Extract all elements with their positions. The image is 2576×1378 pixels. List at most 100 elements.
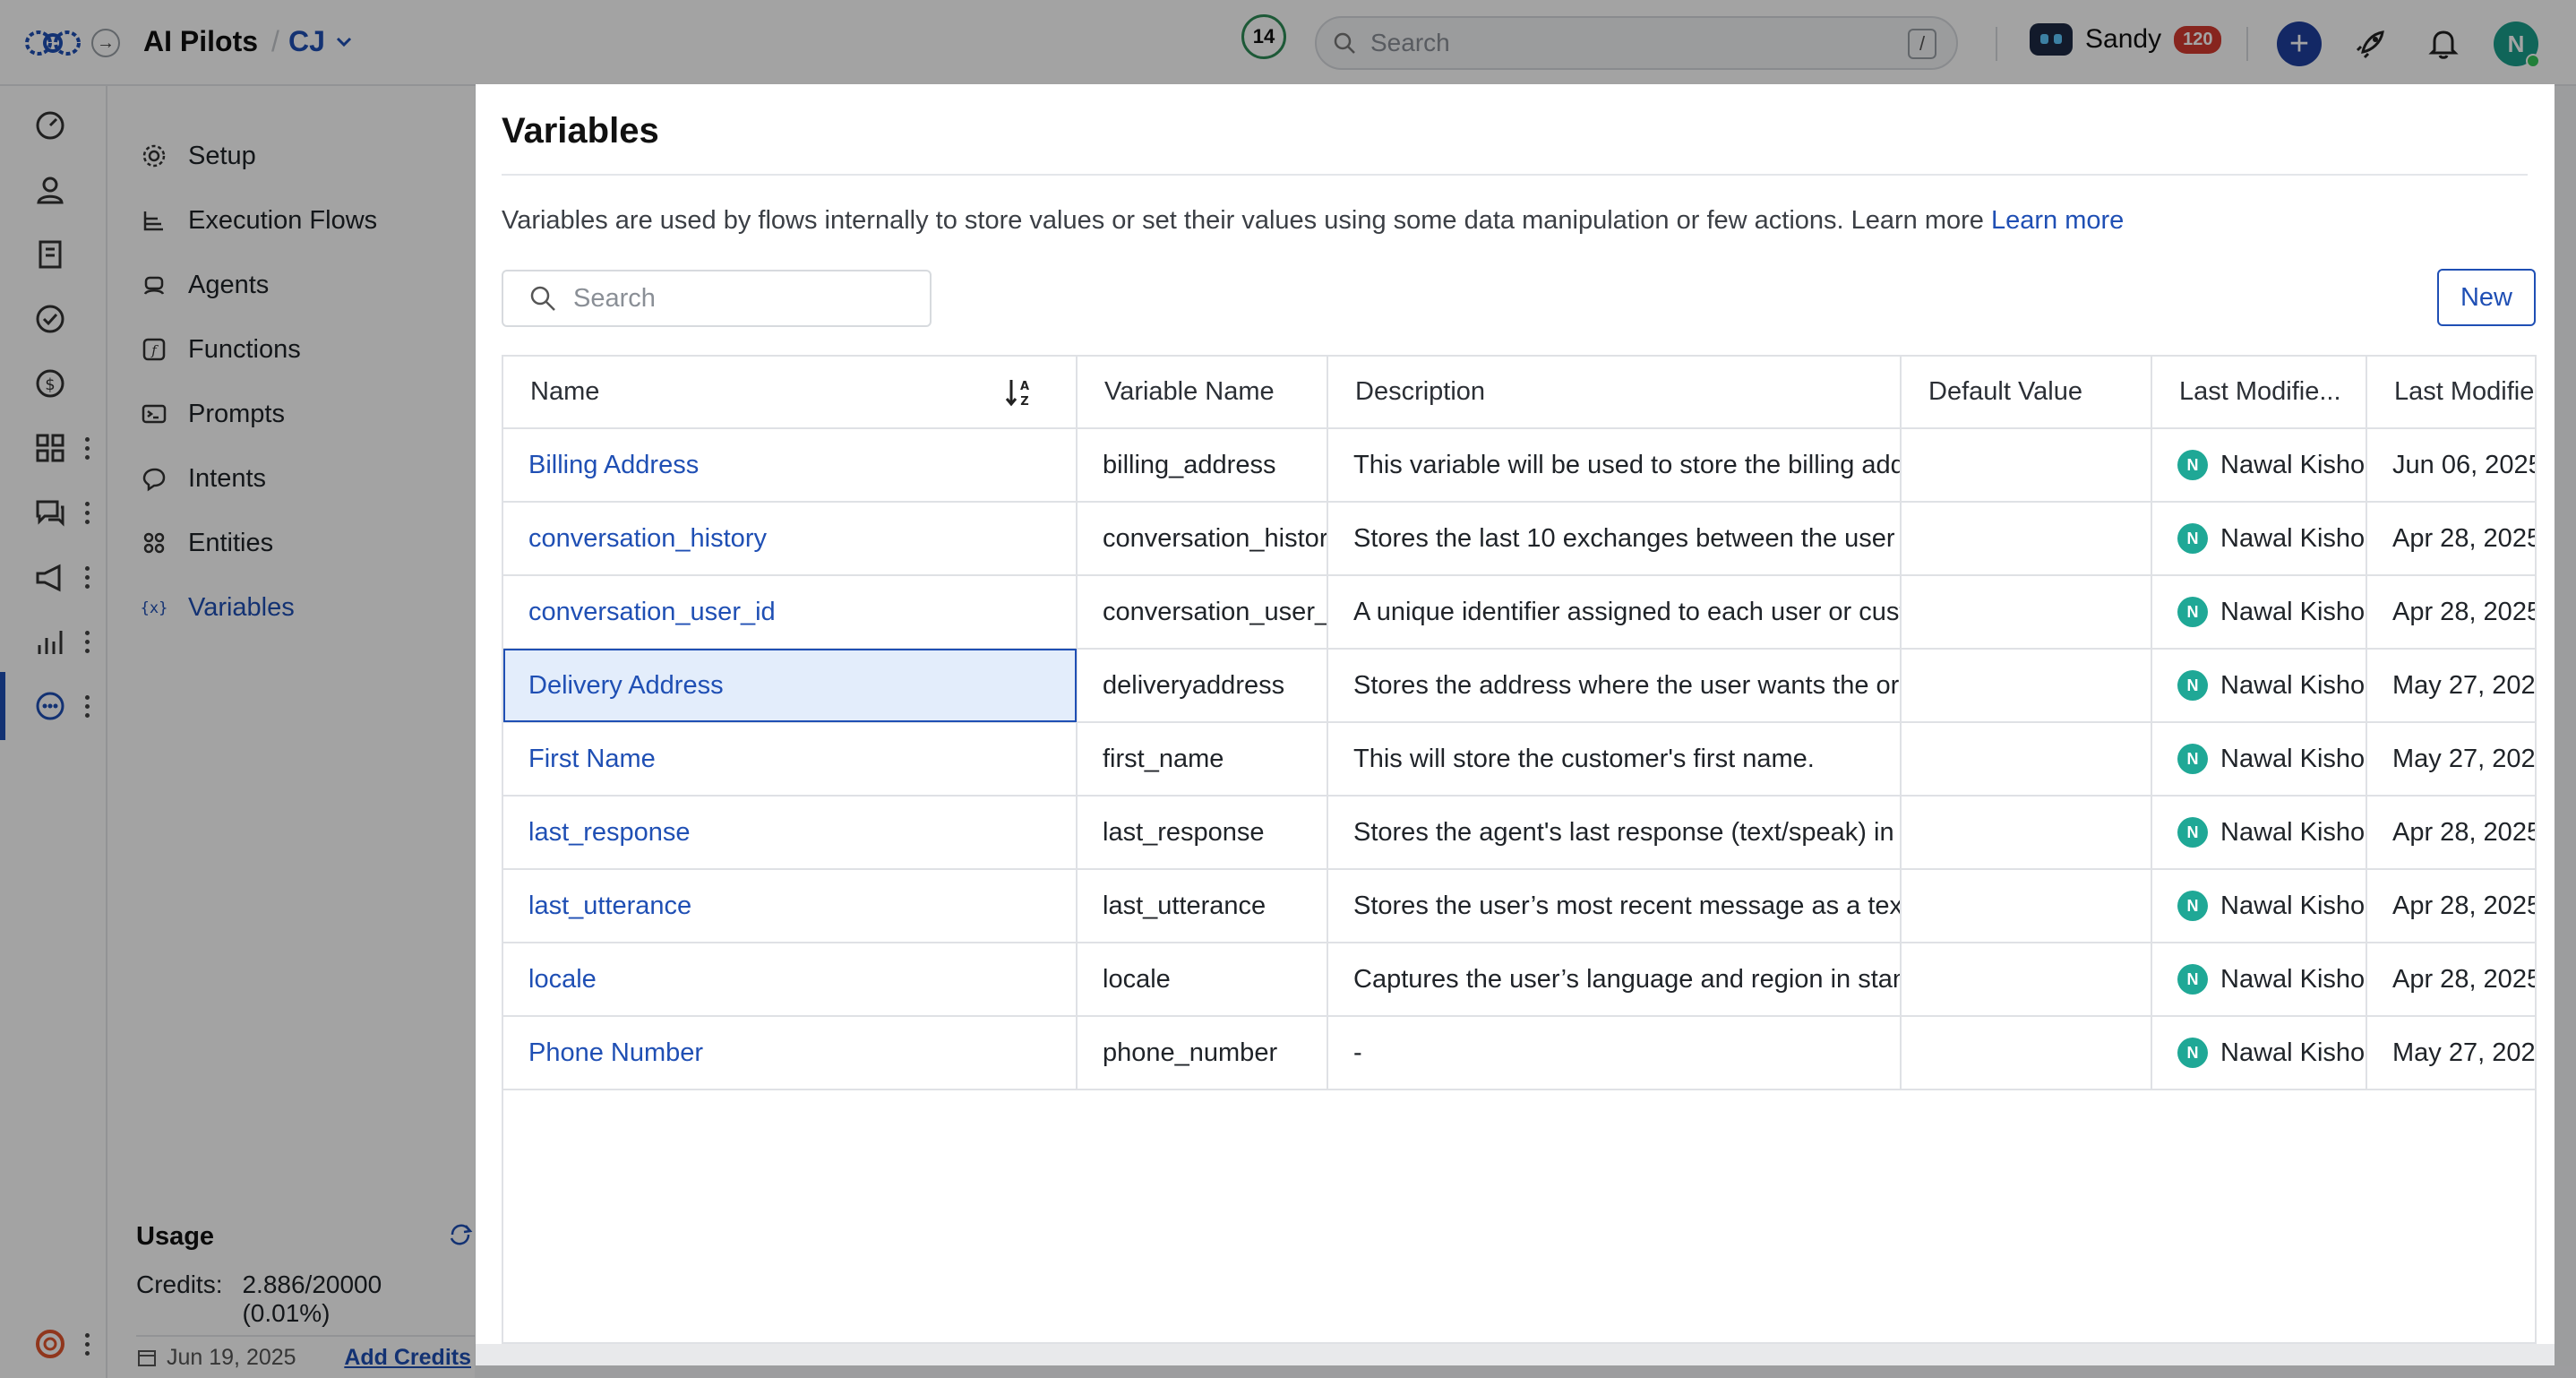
modified-by-cell: N Nawal Kishore — [2151, 943, 2367, 1017]
svg-text:Z: Z — [1020, 395, 1028, 409]
modified-by-name: Nawal Kishore — [2220, 744, 2366, 773]
variable-name-link[interactable]: Delivery Address — [503, 649, 1078, 723]
modified-by-cell: N Nawal Kishore — [2151, 796, 2367, 870]
variables-table: Name A Z Variable Name Description Defau… — [502, 355, 2537, 1344]
description-cell: Stores the user’s most recent message as… — [1327, 869, 1902, 943]
column-header-label: Name — [530, 377, 600, 406]
modified-by-wrapper: N Nawal Kishore — [2177, 797, 2366, 867]
variable-key-cell: last_utterance — [1077, 869, 1328, 943]
panel-title: Variables — [502, 111, 659, 151]
variable-name-link[interactable]: conversation_user_id — [503, 575, 1078, 650]
user-avatar: N — [2177, 523, 2208, 554]
user-avatar: N — [2177, 1038, 2208, 1068]
user-avatar: N — [2177, 670, 2208, 701]
horizontal-scrollbar[interactable] — [476, 1344, 2555, 1365]
modified-on-cell: Apr 28, 2025 — [2366, 502, 2535, 576]
user-avatar: N — [2177, 450, 2208, 480]
panel-description: Variables are used by flows internally t… — [502, 206, 2124, 236]
user-avatar: N — [2177, 964, 2208, 995]
description-cell: Captures the user’s language and region … — [1327, 943, 1902, 1017]
description-cell: Stores the agent's last response (text/s… — [1327, 796, 1902, 870]
modified-on-cell: May 27, 2025 — [2366, 1016, 2535, 1090]
default-value-cell — [1901, 1016, 2152, 1090]
variable-key-cell: last_response — [1077, 796, 1328, 870]
variable-name-link[interactable]: Phone Number — [503, 1016, 1078, 1090]
variables-panel: Variables Variables are used by flows in… — [476, 84, 2555, 1344]
variable-name-link[interactable]: Billing Address — [503, 428, 1078, 503]
user-avatar: N — [2177, 597, 2208, 627]
default-value-cell — [1901, 722, 2152, 797]
user-avatar: N — [2177, 817, 2208, 848]
variables-search-input[interactable] — [573, 283, 914, 314]
variable-key-cell: phone_number — [1077, 1016, 1328, 1090]
table-row[interactable]: last_response last_response Stores the age… — [503, 796, 2535, 870]
table-row[interactable]: locale locale Captures the user’s language… — [503, 943, 2535, 1017]
modified-by-name: Nawal Kishore — [2220, 450, 2366, 479]
modified-by-cell: N Nawal Kishore — [2151, 575, 2367, 650]
modified-by-name: Nawal Kishore — [2220, 523, 2366, 553]
variable-key-cell: conversation_history — [1077, 502, 1328, 576]
variable-key-cell: first_name — [1077, 722, 1328, 797]
table-row[interactable]: conversation_user_id conversation_user_id… — [503, 575, 2535, 650]
description-cell: This variable will be used to store the … — [1327, 428, 1902, 503]
modified-by-wrapper: N Nawal Kishore — [2177, 943, 2365, 1014]
user-avatar: N — [2177, 891, 2208, 921]
divider — [502, 174, 2528, 176]
user-avatar: N — [2177, 744, 2208, 774]
variable-name-link[interactable]: conversation_history — [503, 502, 1078, 576]
default-value-cell — [1901, 649, 2152, 723]
search-icon — [530, 286, 555, 311]
default-value-cell — [1901, 502, 2152, 576]
variable-name-link[interactable]: last_utterance — [503, 869, 1078, 943]
modified-on-cell: Jun 06, 2025 — [2366, 428, 2535, 503]
modified-on-cell: Apr 28, 2025 — [2366, 796, 2535, 870]
table-row[interactable]: Billing Address billing_address This varia… — [503, 428, 2535, 503]
table-row[interactable]: Delivery Address deliveryaddress Stores th… — [503, 649, 2535, 723]
default-value-cell — [1901, 943, 2152, 1017]
column-header-last-modified-on[interactable]: Last Modifie — [2366, 357, 2535, 429]
modified-by-wrapper: N Nawal Kishore — [2177, 650, 2366, 720]
table-row[interactable]: First Name first_name This will store the … — [503, 722, 2535, 797]
description-cell: This will store the customer's first nam… — [1327, 722, 1902, 797]
table-row[interactable]: last_utterance last_utterance Stores the u… — [503, 869, 2535, 943]
variable-name-link[interactable]: First Name — [503, 722, 1078, 797]
column-header-default-value[interactable]: Default Value — [1901, 357, 2152, 429]
default-value-cell — [1901, 796, 2152, 870]
new-variable-button[interactable]: New — [2437, 269, 2536, 326]
learn-more-link[interactable]: Learn more — [1991, 206, 2124, 235]
modified-by-wrapper: N Nawal Kishore — [2177, 723, 2366, 794]
sort-az-icon[interactable]: A Z — [1004, 376, 1033, 409]
modified-by-wrapper: N Nawal Kishore — [2177, 429, 2366, 500]
table-row[interactable]: Phone Numberphone_number- N Nawal KishoreM… — [503, 1016, 2535, 1090]
default-value-cell — [1901, 869, 2152, 943]
column-header-description[interactable]: Description — [1327, 357, 1902, 429]
modified-by-wrapper: N Nawal Kishore — [2177, 503, 2366, 573]
modified-by-wrapper: N Nawal Kishore — [2177, 576, 2366, 647]
svg-text:A: A — [1020, 380, 1029, 393]
modified-by-name: Nawal Kishore — [2220, 1038, 2366, 1067]
description-cell: - — [1327, 1016, 1902, 1090]
modified-by-wrapper: N Nawal Kishore — [2177, 1017, 2366, 1088]
modified-on-cell: Apr 28, 2025 — [2366, 869, 2535, 943]
modified-on-cell: Apr 28, 2025 — [2366, 943, 2535, 1017]
column-header-name[interactable]: Name A Z — [503, 357, 1078, 429]
table-row[interactable]: conversation_history conversation_history… — [503, 502, 2535, 576]
description-text: Variables are used by flows internally t… — [502, 206, 1984, 235]
column-header-variable-name[interactable]: Variable Name — [1077, 357, 1328, 429]
variable-name-link[interactable]: locale — [503, 943, 1078, 1017]
modified-on-cell: May 27, 2025 — [2366, 722, 2535, 797]
column-header-last-modified-by[interactable]: Last Modifie... — [2151, 357, 2367, 429]
modified-on-cell: May 27, 2025 — [2366, 649, 2535, 723]
modified-by-name: Nawal Kishore — [2220, 817, 2366, 847]
modified-by-name: Nawal Kishore — [2220, 891, 2366, 920]
variable-name-link[interactable]: last_response — [503, 796, 1078, 870]
modified-on-cell: Apr 28, 2025 — [2366, 575, 2535, 650]
modified-by-cell: N Nawal Kishore — [2151, 869, 2367, 943]
variable-key-cell: deliveryaddress — [1077, 649, 1328, 723]
table-header-row: Name A Z Variable Name Description Defau… — [503, 357, 2535, 429]
modified-by-name: Nawal Kishore — [2220, 670, 2366, 700]
modified-by-cell: N Nawal Kishore — [2151, 722, 2367, 797]
variable-key-cell: conversation_user_id — [1077, 575, 1328, 650]
modified-by-name: Nawal Kishore — [2220, 597, 2366, 626]
variables-search[interactable] — [502, 270, 932, 327]
